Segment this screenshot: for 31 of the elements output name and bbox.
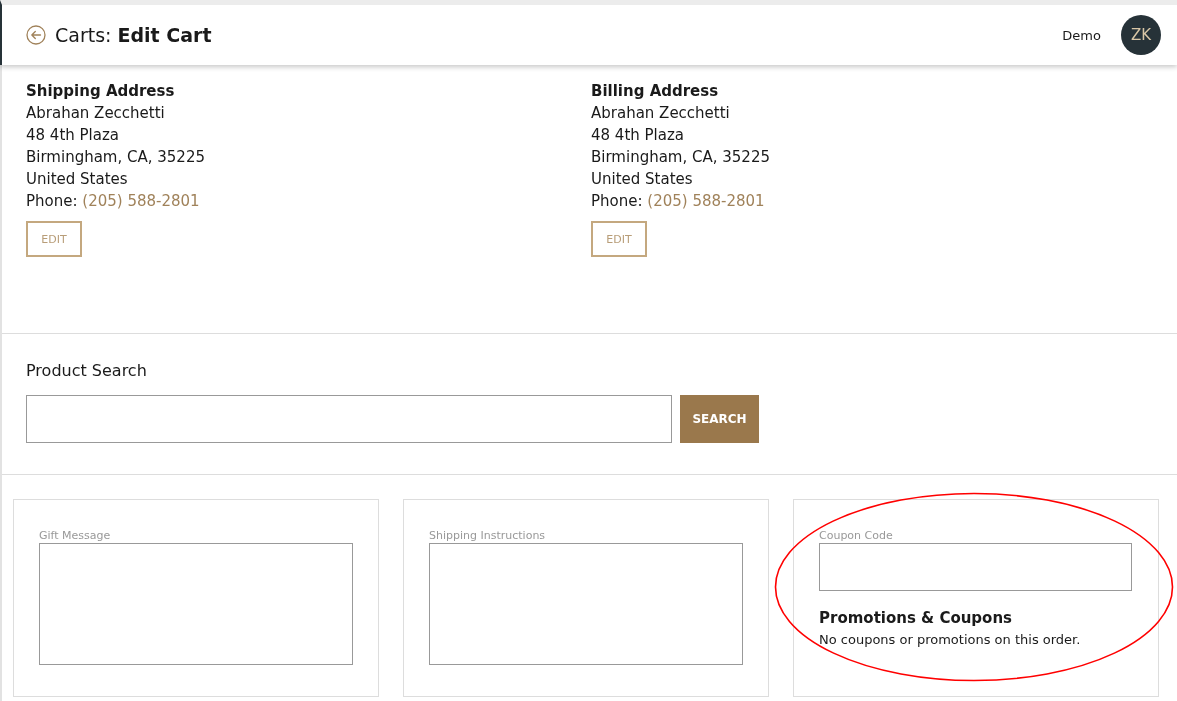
back-icon[interactable] (26, 25, 46, 45)
user-name: Demo (1062, 27, 1101, 43)
address-line: Abrahan Zecchetti (591, 103, 731, 124)
field-label: Shipping Instructions (429, 529, 547, 543)
phone-link[interactable]: (205) 588-2801 (647, 192, 765, 210)
address-line: Abrahan Zecchetti (26, 103, 166, 124)
edit-button[interactable]: EDIT (591, 221, 647, 257)
field-label: Gift Message (39, 529, 112, 543)
coupon-code-field[interactable] (819, 543, 1132, 591)
address-line: United States (591, 169, 694, 190)
product-search-field[interactable] (26, 395, 672, 443)
user-avatar[interactable]: ZK (1121, 15, 1161, 55)
address-line: Birmingham, CA, 35225 (26, 147, 206, 168)
address-heading: Billing Address (591, 81, 720, 102)
address-line: 48 4th Plaza (26, 125, 121, 146)
address-line: United States (26, 169, 129, 190)
message-textarea[interactable] (39, 543, 353, 665)
address-heading: Shipping Address (26, 81, 176, 102)
promotions-text: No coupons or promotions on this order. (819, 631, 1082, 649)
phone-line: Phone: (205) 588-2801 (591, 191, 766, 212)
address-line: Birmingham, CA, 35225 (591, 147, 771, 168)
message-textarea[interactable] (429, 543, 743, 665)
search-button[interactable]: SEARCH (680, 395, 759, 443)
phone-link[interactable]: (205) 588-2801 (82, 192, 200, 210)
address-line: 48 4th Plaza (591, 125, 686, 146)
page-title: Carts: Edit Cart (55, 24, 212, 46)
phone-line: Phone: (205) 588-2801 (26, 191, 201, 212)
field-label: Coupon Code (819, 529, 894, 543)
search-label: Product Search (26, 360, 148, 382)
promotions-heading: Promotions & Coupons (819, 608, 1014, 629)
edit-button[interactable]: EDIT (26, 221, 82, 257)
